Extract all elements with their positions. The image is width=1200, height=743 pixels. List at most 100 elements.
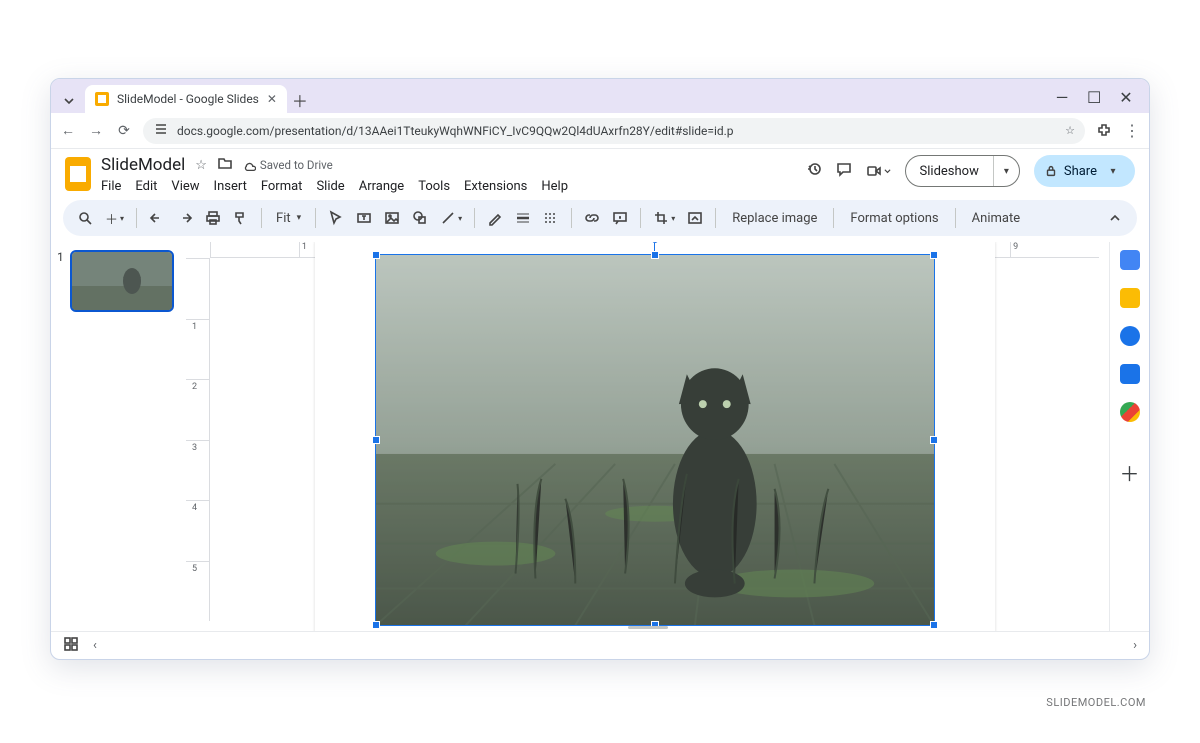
forward-icon[interactable]: → bbox=[87, 122, 105, 139]
comment-icon[interactable] bbox=[608, 205, 632, 231]
slide[interactable] bbox=[315, 242, 995, 631]
maximize-icon[interactable]: ☐ bbox=[1087, 88, 1101, 107]
menu-insert[interactable]: Insert bbox=[214, 179, 247, 194]
toolbar: ＋▾ Fit ▾ ▾ ▾ Replace image Format option… bbox=[63, 200, 1137, 236]
undo-icon[interactable] bbox=[145, 205, 169, 231]
watermark: SLIDEMODEL.COM bbox=[1046, 696, 1146, 709]
resize-handle-tr[interactable] bbox=[930, 251, 938, 259]
ruler-vertical[interactable]: 1 2 3 4 5 bbox=[186, 258, 210, 621]
menu-tools[interactable]: Tools bbox=[418, 179, 450, 194]
slide-canvas[interactable] bbox=[210, 258, 1099, 621]
resize-handle-ml[interactable] bbox=[372, 436, 380, 444]
search-menus-icon[interactable] bbox=[73, 205, 97, 231]
maps-icon[interactable] bbox=[1120, 402, 1140, 422]
slides-favicon-icon bbox=[95, 92, 109, 106]
redo-icon[interactable] bbox=[173, 205, 197, 231]
browser-tab[interactable]: SlideModel - Google Slides ✕ bbox=[85, 85, 287, 113]
reload-icon[interactable]: ⟳ bbox=[115, 123, 133, 139]
close-window-icon[interactable]: ✕ bbox=[1119, 88, 1133, 107]
calendar-icon[interactable] bbox=[1120, 250, 1140, 270]
selected-image[interactable] bbox=[375, 254, 935, 626]
crop-icon[interactable]: ▾ bbox=[649, 205, 679, 231]
paint-format-icon[interactable] bbox=[229, 205, 253, 231]
url-text: docs.google.com/presentation/d/13AAei1Tt… bbox=[177, 124, 734, 138]
keep-icon[interactable] bbox=[1120, 288, 1140, 308]
resize-handle-tm[interactable] bbox=[651, 251, 659, 259]
thumbnail-image bbox=[72, 252, 172, 310]
resize-handle-bl[interactable] bbox=[372, 621, 380, 629]
next-slide-icon[interactable]: › bbox=[1133, 638, 1137, 653]
meet-icon[interactable] bbox=[866, 163, 891, 179]
addons-plus-icon[interactable]: ＋ bbox=[1120, 458, 1140, 487]
menu-help[interactable]: Help bbox=[541, 179, 568, 194]
site-info-icon[interactable] bbox=[153, 121, 169, 140]
tab-title: SlideModel - Google Slides bbox=[117, 92, 259, 106]
rotate-handle[interactable] bbox=[652, 242, 658, 243]
slideshow-dropdown-icon[interactable]: ▾ bbox=[993, 156, 1019, 186]
zoom-selector[interactable]: Fit ▾ bbox=[270, 211, 307, 226]
new-tab-button[interactable]: ＋ bbox=[287, 87, 313, 113]
link-icon[interactable] bbox=[580, 205, 604, 231]
star-icon[interactable]: ☆ bbox=[195, 158, 207, 173]
replace-image-button[interactable]: Replace image bbox=[724, 205, 825, 231]
menu-arrange[interactable]: Arrange bbox=[359, 179, 404, 194]
line-icon[interactable]: ▾ bbox=[436, 205, 466, 231]
save-status[interactable]: Saved to Drive bbox=[243, 158, 333, 172]
menu-file[interactable]: File bbox=[101, 179, 121, 194]
resize-handle-br[interactable] bbox=[930, 621, 938, 629]
slides-logo-icon[interactable] bbox=[65, 157, 91, 191]
slideshow-button-group: Slideshow ▾ bbox=[905, 155, 1020, 187]
cat-photo bbox=[376, 255, 934, 625]
resize-handle-mr[interactable] bbox=[930, 436, 938, 444]
back-icon[interactable]: ← bbox=[59, 122, 77, 139]
filmstrip: 1 bbox=[51, 242, 186, 631]
tasks-icon[interactable] bbox=[1120, 326, 1140, 346]
address-bar[interactable]: docs.google.com/presentation/d/13AAei1Tt… bbox=[143, 118, 1085, 144]
contacts-icon[interactable] bbox=[1120, 364, 1140, 384]
canvas-wrap: 1 2 3 4 5 6 7 8 9 1 2 3 4 5 bbox=[186, 242, 1109, 631]
app-titlebar: SlideModel ☆ Saved to Drive File Edit Vi… bbox=[51, 149, 1149, 194]
animate-button[interactable]: Animate bbox=[964, 205, 1028, 231]
chrome-menu-icon[interactable]: ⋮ bbox=[1123, 122, 1141, 140]
move-icon[interactable] bbox=[217, 155, 233, 175]
omnibox-row: ← → ⟳ docs.google.com/presentation/d/13A… bbox=[51, 113, 1149, 149]
grid-view-icon[interactable] bbox=[63, 636, 79, 656]
menu-view[interactable]: View bbox=[171, 179, 199, 194]
resize-handle-tl[interactable] bbox=[372, 251, 380, 259]
document-title[interactable]: SlideModel bbox=[101, 155, 185, 175]
select-tool-icon[interactable] bbox=[324, 205, 348, 231]
prev-slide-icon[interactable]: ‹ bbox=[93, 638, 97, 653]
bottom-bar: ‹ › bbox=[51, 631, 1149, 659]
slide-thumbnail[interactable] bbox=[70, 250, 174, 312]
extensions-icon[interactable] bbox=[1095, 122, 1113, 140]
new-slide-icon[interactable]: ＋▾ bbox=[101, 205, 128, 231]
history-icon[interactable] bbox=[806, 161, 822, 181]
menu-slide[interactable]: Slide bbox=[316, 179, 344, 194]
close-tab-icon[interactable]: ✕ bbox=[267, 92, 277, 106]
menu-edit[interactable]: Edit bbox=[135, 179, 157, 194]
menu-extensions[interactable]: Extensions bbox=[464, 179, 527, 194]
border-color-icon[interactable] bbox=[483, 205, 507, 231]
slide-number: 1 bbox=[57, 250, 64, 623]
speaker-notes-handle[interactable] bbox=[628, 626, 668, 629]
slideshow-button[interactable]: Slideshow bbox=[906, 156, 993, 186]
share-button[interactable]: Share ▾ bbox=[1034, 155, 1135, 187]
menu-bar: File Edit View Insert Format Slide Arran… bbox=[101, 177, 568, 194]
mask-icon[interactable] bbox=[683, 205, 707, 231]
image-icon[interactable] bbox=[380, 205, 404, 231]
border-weight-icon[interactable] bbox=[511, 205, 535, 231]
print-icon[interactable] bbox=[201, 205, 225, 231]
format-options-button[interactable]: Format options bbox=[842, 205, 946, 231]
share-dropdown-icon[interactable]: ▾ bbox=[1103, 166, 1123, 177]
tab-strip: SlideModel - Google Slides ✕ ＋ — ☐ ✕ bbox=[51, 79, 1149, 113]
collapse-toolbar-icon[interactable] bbox=[1103, 205, 1127, 231]
border-dash-icon[interactable] bbox=[539, 205, 563, 231]
window-controls: — ☐ ✕ bbox=[1055, 88, 1143, 113]
shape-icon[interactable] bbox=[408, 205, 432, 231]
menu-format[interactable]: Format bbox=[261, 179, 303, 194]
minimize-icon[interactable]: — bbox=[1055, 88, 1069, 107]
comments-icon[interactable] bbox=[836, 161, 852, 181]
tab-search-chevron-icon[interactable] bbox=[57, 89, 81, 113]
textbox-icon[interactable] bbox=[352, 205, 376, 231]
bookmark-star-icon[interactable]: ☆ bbox=[1065, 124, 1075, 137]
